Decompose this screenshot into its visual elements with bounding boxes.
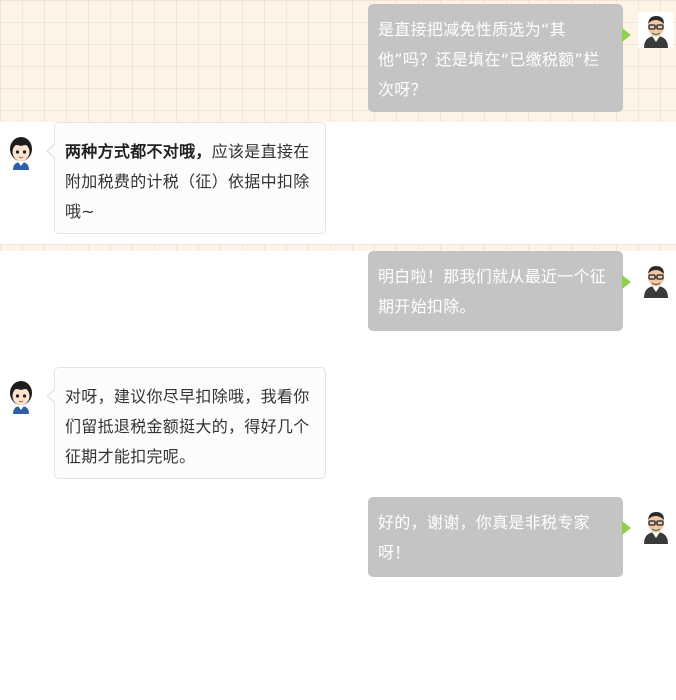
message-bold-text: 两种方式都不对哦， — [65, 142, 212, 161]
agent-avatar-icon — [6, 134, 42, 170]
message-text: 明白啦！那我们就从最近一个征期开始扣除。 — [378, 267, 607, 316]
user-avatar-icon — [638, 508, 674, 544]
message-text: 对呀，建议你尽早扣除哦，我看你们留抵退税金额挺大的，得好几个征期才能扣完呢。 — [65, 387, 310, 466]
user-avatar-icon — [638, 262, 674, 298]
grid-background-divider — [0, 244, 676, 251]
message-text: 是直接把减免性质选为“其他”吗？还是填在“已缴税额”栏次呀？ — [378, 20, 600, 99]
user-avatar-icon — [638, 12, 674, 48]
agent-message-bubble: 两种方式都不对哦，应该是直接在附加税费的计税（征）依据中扣除哦~ — [46, 122, 326, 234]
user-message-bubble: 是直接把减免性质选为“其他”吗？还是填在“已缴税额”栏次呀？ — [368, 4, 623, 112]
bubble-tail — [622, 28, 631, 42]
bubble-tail — [622, 275, 631, 289]
bubble-tail — [622, 521, 631, 535]
message-text: 好的，谢谢，你真是非税专家呀！ — [378, 513, 590, 562]
agent-avatar-icon — [6, 378, 42, 414]
agent-message-bubble: 对呀，建议你尽早扣除哦，我看你们留抵退税金额挺大的，得好几个征期才能扣完呢。 — [46, 367, 326, 479]
user-message-bubble: 明白啦！那我们就从最近一个征期开始扣除。 — [368, 251, 623, 331]
user-message-bubble: 好的，谢谢，你真是非税专家呀！ — [368, 497, 623, 577]
